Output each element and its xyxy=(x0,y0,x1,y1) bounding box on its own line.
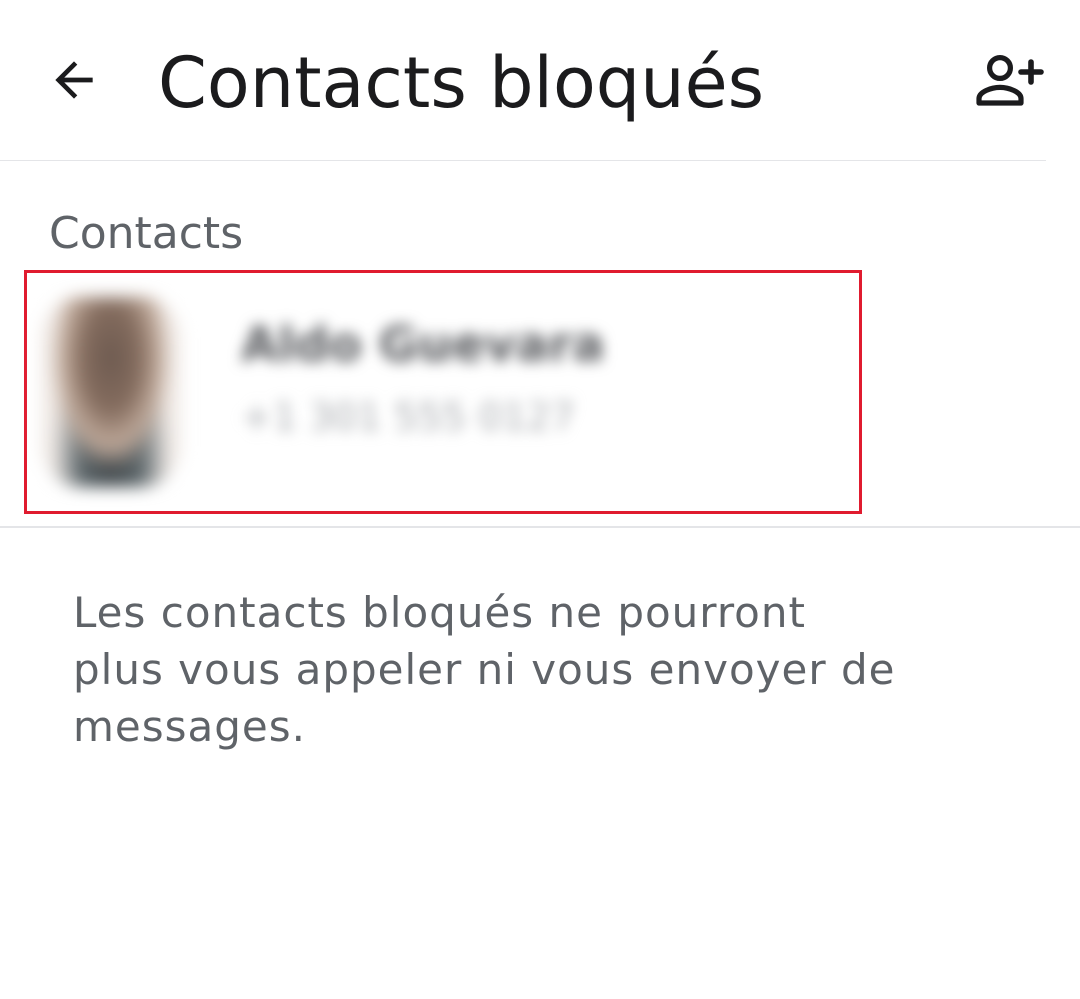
info-text-line: Les contacts bloqués ne pourront xyxy=(73,588,806,637)
avatar xyxy=(41,297,181,487)
contact-name: Aldo Guevara xyxy=(241,317,605,373)
section-header-contacts: Contacts xyxy=(49,208,244,259)
arrow-back-icon xyxy=(55,61,93,99)
info-text-line: plus vous appeler ni vous envoyer de xyxy=(73,645,896,694)
add-blocked-contact-button[interactable] xyxy=(968,44,1048,116)
back-button[interactable] xyxy=(38,44,110,116)
page-title: Contacts bloqués xyxy=(158,42,765,124)
header-divider xyxy=(0,160,1046,161)
info-text-line: messages. xyxy=(73,702,306,751)
blocked-contacts-info-text: Les contacts bloqués ne pourront plus vo… xyxy=(73,584,973,755)
list-divider xyxy=(0,526,1080,528)
app-bar: Contacts bloqués xyxy=(0,0,1080,160)
contact-info: Aldo Guevara +1 301 555 0127 xyxy=(241,313,721,443)
contact-phone-number: +1 301 555 0127 xyxy=(241,395,576,439)
person-add-icon xyxy=(976,55,1044,106)
blocked-contact-item[interactable]: Aldo Guevara +1 301 555 0127 xyxy=(24,270,862,514)
